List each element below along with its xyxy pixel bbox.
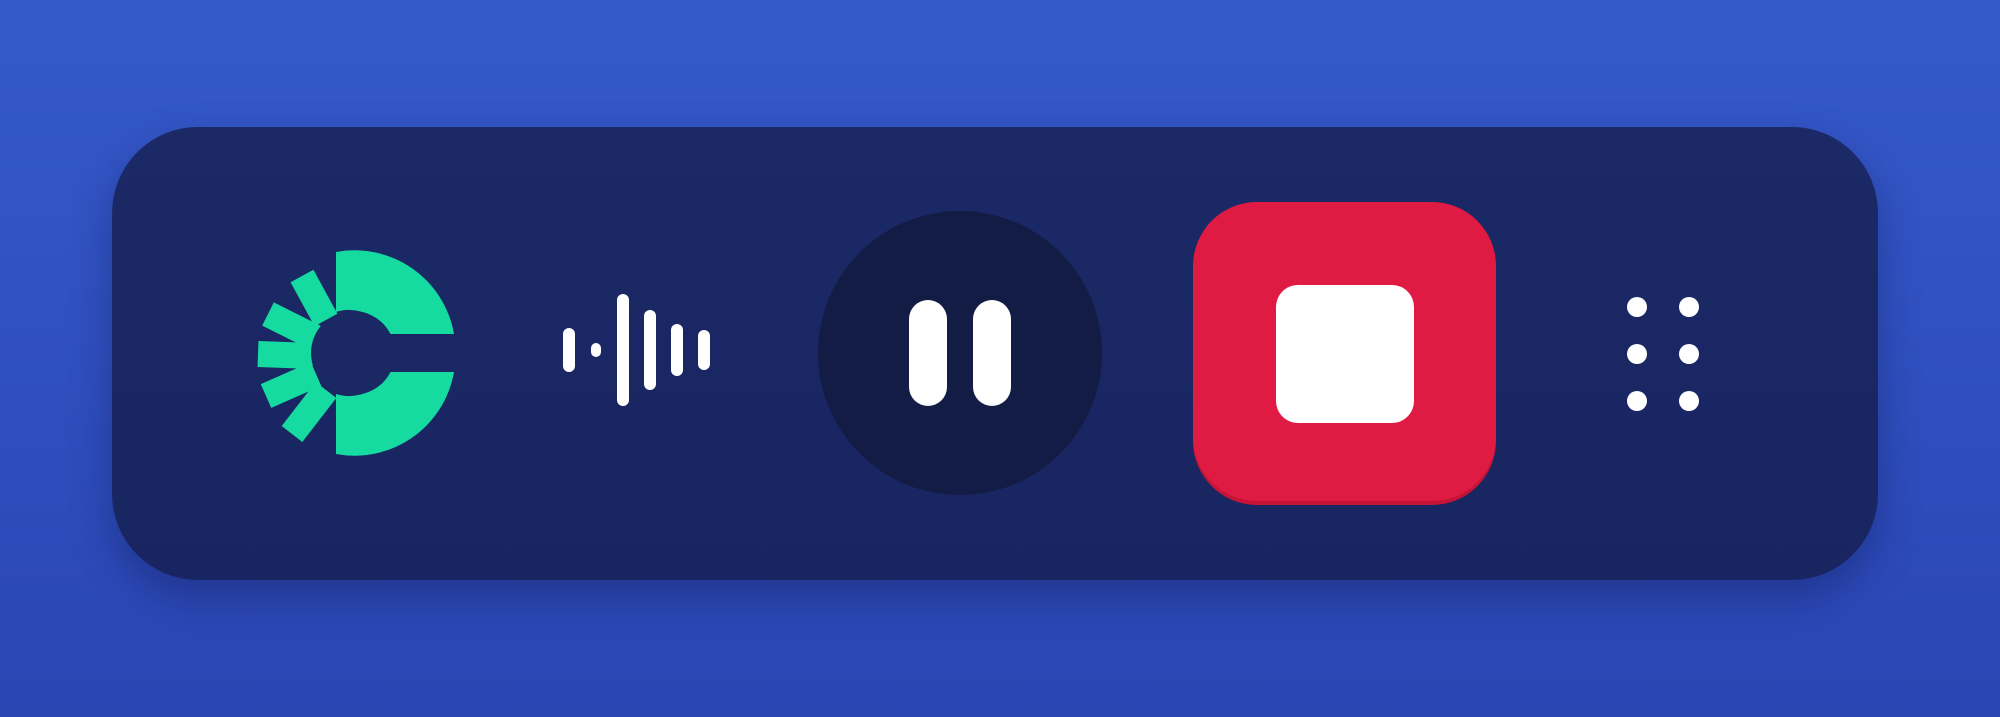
pause-icon [909,300,1011,406]
desktop-background [0,0,2000,717]
brand-c-logo-icon [257,250,454,456]
stop-icon [1275,284,1414,423]
pause-button[interactable] [818,211,1102,495]
audio-waveform [557,290,717,410]
drag-handle-icon [1627,297,1699,411]
brand-logo [250,250,456,456]
audio-waveform-icon [563,294,710,406]
drag-handle[interactable] [1625,295,1701,413]
stop-button[interactable] [1193,202,1496,505]
